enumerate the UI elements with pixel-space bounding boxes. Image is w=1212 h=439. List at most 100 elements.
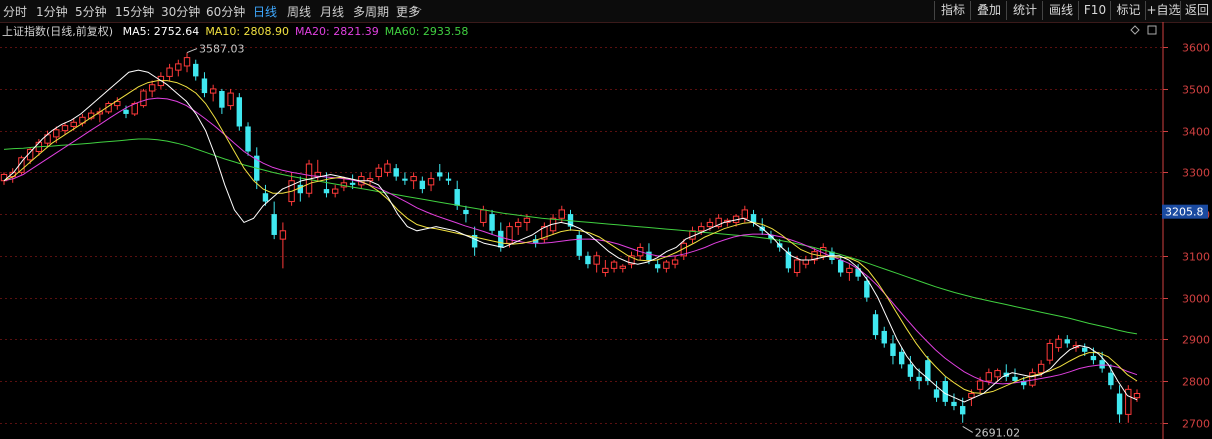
candle-body (193, 63, 199, 77)
candle-body (279, 230, 287, 240)
candle-body (402, 178, 408, 181)
candle-body (201, 78, 208, 94)
candle-body (175, 63, 182, 71)
candle-body (602, 267, 609, 274)
candle-body (1037, 363, 1045, 374)
candle-body (1046, 342, 1054, 361)
candle-body (498, 230, 504, 248)
candle-body (219, 90, 225, 108)
candle-body (323, 189, 330, 194)
candle-body (1133, 393, 1141, 399)
candle-body (53, 129, 60, 138)
candle-body (1090, 355, 1097, 361)
candle-body (183, 57, 191, 67)
candle-body (375, 167, 382, 178)
candle-body (209, 88, 217, 94)
candle-body (1099, 360, 1105, 369)
annotation-pointer (186, 48, 198, 54)
candle-body (933, 389, 940, 398)
candle-body (1055, 338, 1062, 349)
candle-body (445, 178, 452, 181)
candle-body (1082, 347, 1088, 352)
candle-body (959, 406, 966, 415)
candle-body (610, 261, 618, 269)
candle-body (619, 265, 626, 269)
candle-body (489, 214, 495, 231)
kline-chart[interactable]: 3600350034003300320031003000290028002700… (0, 0, 1212, 439)
candle-body (750, 214, 757, 223)
candle-body (271, 214, 277, 235)
y-tick-label: 2700 (1182, 418, 1210, 431)
candle-body (907, 364, 914, 377)
candle-body (864, 280, 870, 298)
candle-body (671, 259, 679, 265)
candle-body (1064, 339, 1070, 344)
candle-body (331, 188, 339, 194)
candle-body (890, 343, 896, 356)
candle-body (793, 259, 801, 274)
candle-body (654, 264, 661, 269)
candle-body (419, 180, 426, 190)
y-tick-label: 2800 (1182, 376, 1210, 389)
candle-body (148, 84, 156, 92)
ma5-line (3, 69, 1138, 403)
candle-body (427, 178, 435, 186)
candle-body (236, 97, 243, 127)
candle-body (846, 267, 853, 274)
candle-body (349, 182, 356, 185)
square-icon[interactable] (1147, 25, 1157, 35)
candle-body (585, 255, 591, 265)
candle-body (70, 121, 77, 127)
candle-body (61, 125, 69, 132)
candle-body (881, 330, 887, 344)
candle-body (558, 209, 565, 219)
y-tick-label: 3100 (1182, 251, 1210, 264)
candle-body (1029, 372, 1036, 386)
y-tick-label: 3400 (1182, 126, 1210, 139)
candle-body (951, 401, 957, 407)
corner-icons (1130, 25, 1157, 35)
candle-body (837, 259, 844, 273)
candle-body (437, 172, 443, 177)
moving-average-lines (3, 69, 1138, 403)
candle-body (506, 226, 513, 244)
candle-body (227, 92, 234, 107)
y-tick-label: 2900 (1182, 334, 1210, 347)
candle-body (872, 314, 879, 336)
candle-body (741, 209, 749, 219)
candle-body (994, 370, 1001, 378)
ma10-line (3, 80, 1138, 395)
candle-body (393, 168, 399, 177)
y-tick-label: 3600 (1182, 42, 1210, 55)
candle-body (698, 226, 705, 232)
candle-body (297, 184, 304, 194)
candle-body (262, 193, 269, 202)
candle-body (593, 255, 600, 265)
candle-body (646, 251, 652, 260)
y-tick-label: 3300 (1182, 167, 1210, 180)
candle-body (384, 163, 391, 173)
candle-body (663, 261, 670, 269)
y-tick-label: 3500 (1182, 84, 1210, 97)
candle-body (454, 189, 460, 206)
candle-body (968, 393, 975, 399)
candle-body (463, 209, 469, 215)
candle-body (410, 176, 417, 182)
candle-body (245, 126, 251, 152)
candle-body (976, 380, 984, 390)
candle-body (898, 351, 905, 365)
candle-body (1125, 388, 1132, 415)
candle-body (1012, 376, 1018, 382)
candle-body (480, 209, 487, 223)
candle-body (166, 67, 173, 77)
candle-body (1108, 372, 1114, 386)
diamond-icon[interactable] (1130, 25, 1140, 35)
annotation-label: 2691.02 (975, 426, 1021, 439)
price-axis: 3600350034003300320031003000290028002700… (1162, 22, 1210, 439)
annotation-pointer (962, 426, 973, 433)
candle-body (916, 376, 922, 382)
candle-body (123, 109, 129, 114)
y-tick-label: 3000 (1182, 293, 1210, 306)
candle-body (1116, 393, 1123, 415)
candle-body (515, 221, 522, 228)
